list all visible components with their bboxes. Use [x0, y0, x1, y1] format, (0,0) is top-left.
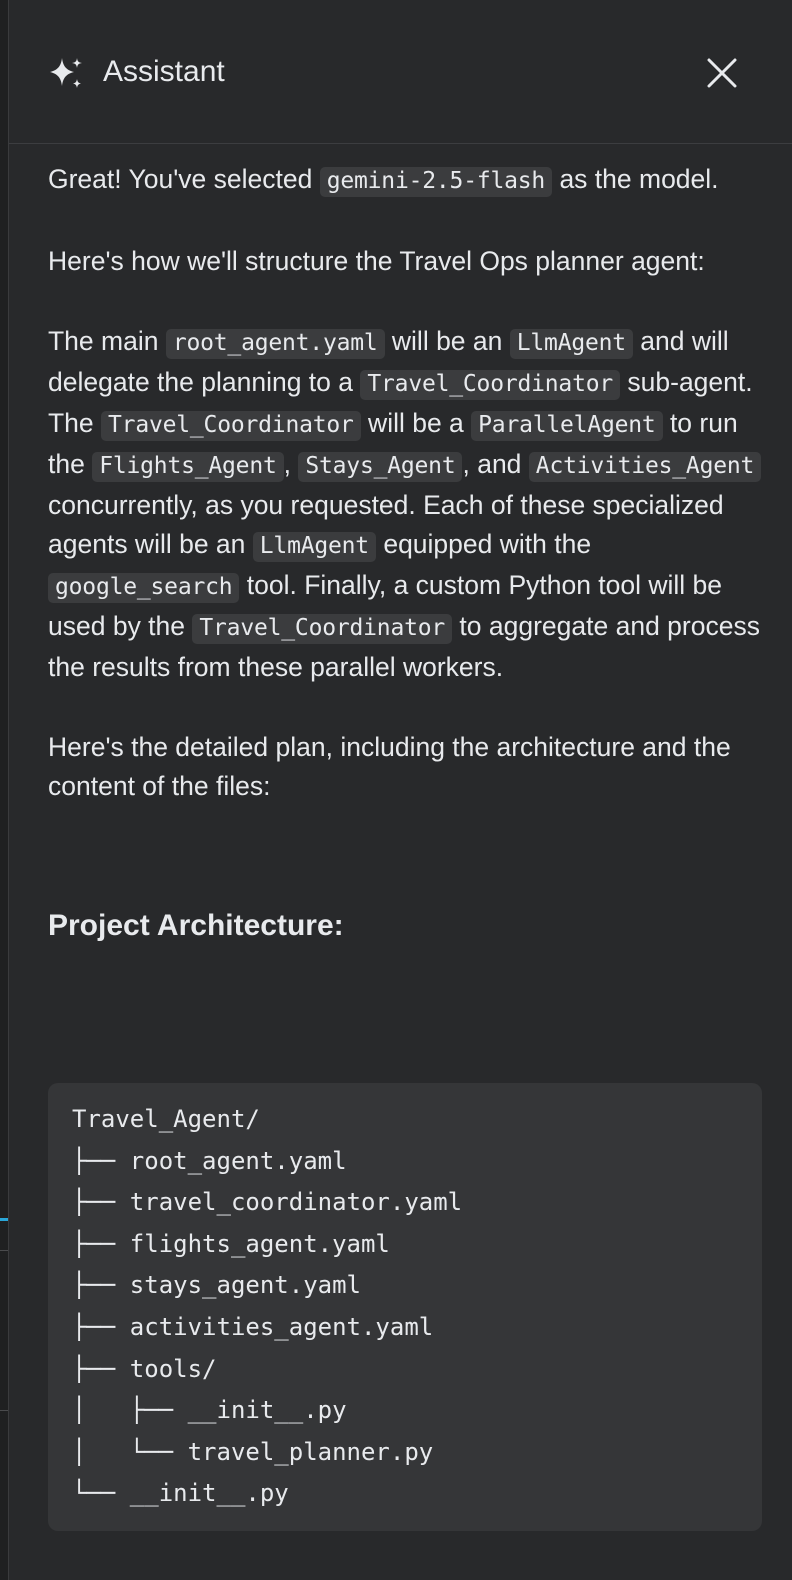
message-paragraph: Here's the detailed plan, including the … — [48, 732, 731, 801]
inline-code: Flights_Agent — [92, 452, 284, 482]
inline-code: root_agent.yaml — [165, 329, 385, 359]
code-line: ├── root_agent.yaml — [72, 1146, 347, 1175]
text-span: equipped with the — [375, 529, 592, 559]
inline-code: google_search — [48, 573, 240, 603]
text-span: will be an — [384, 326, 510, 356]
inline-code: LlmAgent — [509, 329, 633, 359]
text-span: as the model. — [552, 164, 719, 194]
code-line: └── __init__.py — [72, 1479, 289, 1508]
close-button[interactable] — [699, 50, 745, 96]
text-span: The main — [48, 326, 166, 356]
sparkle-icon — [50, 58, 82, 88]
inline-code: Travel_Coordinator — [101, 411, 361, 441]
inline-code: Stays_Agent — [298, 452, 463, 482]
panel-title: Assistant — [103, 55, 225, 88]
inline-code: LlmAgent — [252, 532, 376, 562]
left-edge-divider — [0, 1410, 8, 1411]
message-paragraph: Great! You've selected gemini-2.5-flash … — [48, 160, 766, 201]
section-heading: Project Architecture: — [48, 909, 344, 942]
assistant-message: Great! You've selected gemini-2.5-flash … — [48, 160, 766, 946]
inline-code: Activities_Agent — [528, 452, 762, 482]
left-edge-strip — [0, 0, 9, 1580]
code-line: Travel_Agent/ — [72, 1105, 260, 1133]
code-line: │ └── travel_planner.py — [72, 1437, 434, 1466]
code-block: Travel_Agent/ ├── root_agent.yaml ├── tr… — [48, 1083, 762, 1531]
code-line: ├── travel_coordinator.yaml — [72, 1188, 463, 1217]
left-edge-accent — [0, 1218, 8, 1221]
code-line: ├── tools/ — [72, 1354, 217, 1383]
code-line: ├── flights_agent.yaml — [72, 1229, 390, 1258]
text-span: Great! You've selected — [48, 164, 320, 194]
code-line: ├── stays_agent.yaml — [72, 1271, 361, 1300]
left-edge-divider — [0, 1250, 8, 1251]
inline-code: gemini-2.5-flash — [319, 167, 553, 197]
close-icon — [707, 58, 737, 88]
panel-header: Assistant — [9, 0, 792, 144]
code-line: │ ├── __init__.py — [72, 1396, 347, 1425]
inline-code: Travel_Coordinator — [360, 370, 621, 400]
inline-code: Travel_Coordinator — [192, 614, 453, 644]
text-span: will be a — [360, 408, 472, 438]
message-paragraph: Here's how we'll structure the Travel Op… — [48, 246, 705, 276]
code-line: ├── activities_agent.yaml — [72, 1312, 434, 1341]
message-paragraph: The main root_agent.yaml will be an LlmA… — [48, 322, 766, 687]
text-span: , and — [462, 449, 529, 479]
text-span: , — [283, 449, 299, 479]
assistant-panel: Assistant Great! You've selected gemini-… — [9, 0, 792, 1580]
inline-code: ParallelAgent — [471, 411, 663, 441]
